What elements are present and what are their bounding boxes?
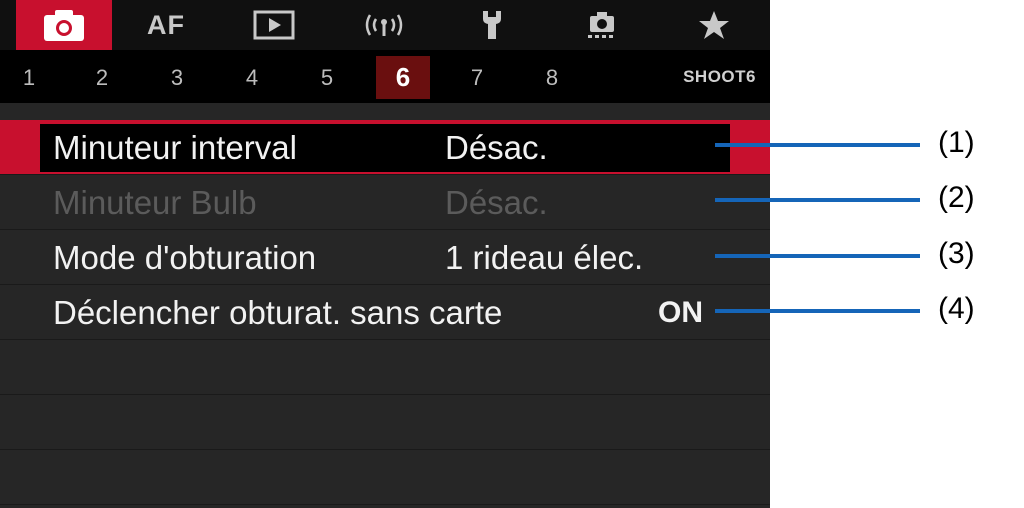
menu-item-label: Déclencher obturat. sans carte (53, 294, 503, 331)
callout-line-4 (715, 309, 920, 313)
menu-item-shutter-mode[interactable]: Mode d'obturation 1 rideau élec. (0, 230, 770, 285)
tab-my-menu[interactable] (676, 0, 752, 50)
page-tab-8[interactable]: 8 (530, 56, 574, 99)
menu-item-value: 1 rideau élec. (445, 239, 644, 276)
wrench-icon (483, 11, 501, 39)
tab-wireless[interactable] (346, 0, 422, 50)
page-tab-2[interactable]: 2 (80, 56, 124, 99)
tab-shooting[interactable] (16, 0, 112, 50)
menu-item-value: Désac. (445, 184, 548, 221)
page-tab-3[interactable]: 3 (155, 56, 199, 99)
empty-row (0, 340, 770, 395)
page-tab-1[interactable]: 1 (7, 56, 51, 99)
menu-item-label: Minuteur interval (53, 129, 297, 166)
menu-item-release-without-card[interactable]: Déclencher obturat. sans carte ON (0, 285, 770, 340)
wireless-icon (365, 14, 403, 36)
callout-line-2 (715, 198, 920, 202)
camera-menu-screen: AF 1 2 3 4 5 6 7 8 SHOOT6 Minuteur inter… (0, 0, 770, 508)
empty-row (0, 395, 770, 450)
star-icon (699, 11, 729, 39)
menu-item-bulb-timer[interactable]: Minuteur Bulb Désac. (0, 175, 770, 230)
callout-label-3: (3) (938, 237, 975, 270)
menu-item-value: Désac. (445, 129, 548, 166)
callout-label-2: (2) (938, 181, 975, 214)
page-tab-7[interactable]: 7 (455, 56, 499, 99)
page-tab-6[interactable]: 6 (376, 56, 430, 99)
menu-item-interval-timer[interactable]: Minuteur interval Désac. (0, 120, 770, 175)
callout-line-3 (715, 254, 920, 258)
main-tab-bar: AF (0, 0, 770, 50)
menu-item-label: Minuteur Bulb (53, 184, 257, 221)
menu-item-label: Mode d'obturation (53, 239, 317, 276)
menu-item-value: ON (658, 296, 703, 329)
tab-af[interactable]: AF (128, 0, 204, 50)
play-icon (253, 10, 295, 40)
af-tab-label: AF (147, 9, 185, 40)
tab-setup[interactable] (454, 0, 530, 50)
tab-custom[interactable] (564, 0, 640, 50)
page-label: SHOOT6 (683, 67, 756, 86)
page-tab-5[interactable]: 5 (305, 56, 349, 99)
callout-label-4: (4) (938, 292, 975, 325)
page-tab-bar: 1 2 3 4 5 6 7 8 (0, 50, 770, 103)
empty-row (0, 450, 770, 505)
callout-label-1: (1) (938, 126, 975, 159)
callout-line-1 (715, 143, 920, 147)
tab-playback[interactable] (236, 0, 312, 50)
page-tab-4[interactable]: 4 (230, 56, 274, 99)
camera-icon (44, 10, 84, 41)
custom-functions-icon (588, 12, 614, 38)
